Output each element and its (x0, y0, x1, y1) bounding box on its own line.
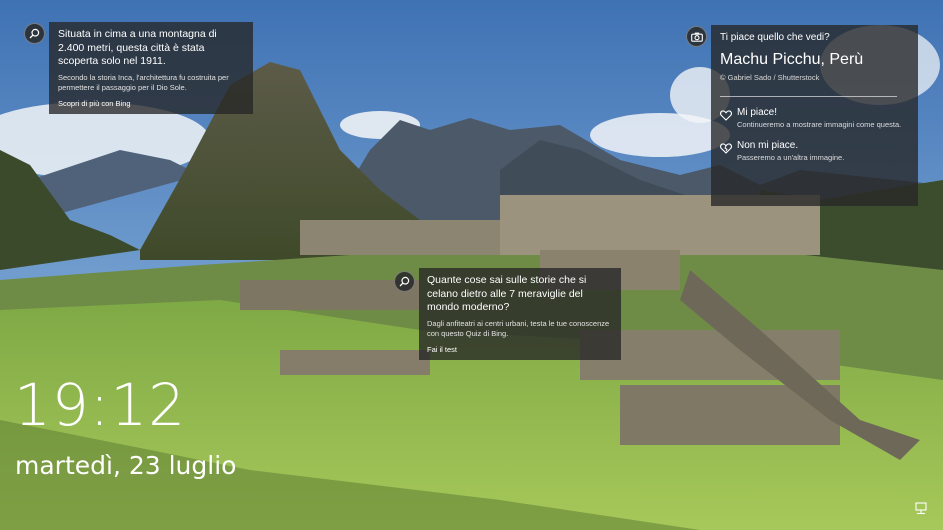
heart-icon (719, 108, 733, 121)
card-subtitle: Secondo la storia Inca, l'architettura f… (58, 72, 229, 93)
spotlight-info-card[interactable]: Situata in cima a una montagna di 2.400 … (49, 22, 253, 114)
search-icon-button[interactable] (24, 23, 45, 44)
place-name: Machu Picchu, Perù (720, 51, 864, 68)
like-description: Continueremo a mostrare immagini come qu… (737, 120, 902, 129)
dislike-option[interactable]: Non mi piace. Passeremo a un'altra immag… (719, 139, 909, 164)
photo-credit: © Gabriel Sado / Shutterstock (720, 73, 820, 82)
search-icon (399, 276, 410, 287)
dislike-title: Non mi piace. (737, 139, 799, 151)
card-subtitle: Dagli anfiteatri ai centri urbani, testa… (427, 318, 610, 339)
camera-icon-button[interactable] (686, 26, 707, 47)
image-feedback-card: Ti piace quello che vedi? Machu Picchu, … (711, 25, 918, 206)
quiz-info-card[interactable]: Quante cose sai sulle storie che si cela… (419, 268, 621, 360)
dislike-description: Passeremo a un'altra immagine. (737, 152, 845, 162)
like-option[interactable]: Mi piace! Continueremo a mostrare immagi… (719, 107, 909, 131)
network-icon[interactable] (913, 502, 929, 521)
card-title: Quante cose sai sulle storie che si cela… (427, 274, 587, 313)
search-icon-button[interactable] (394, 271, 415, 292)
learn-more-link[interactable]: Scopri di più con Bing (58, 99, 245, 108)
take-quiz-link[interactable]: Fai il test (427, 345, 613, 354)
card-title: Situata in cima a una montagna di 2.400 … (58, 28, 217, 67)
lockscreen-date: martedì, 23 luglio (15, 451, 237, 480)
camera-icon (690, 32, 703, 42)
lockscreen-time: 19:12 (14, 371, 187, 439)
divider (720, 96, 897, 97)
broken-heart-icon (719, 141, 733, 154)
feedback-question: Ti piace quello che vedi? (720, 32, 830, 43)
search-icon (29, 28, 40, 39)
like-title: Mi piace! (737, 107, 778, 118)
